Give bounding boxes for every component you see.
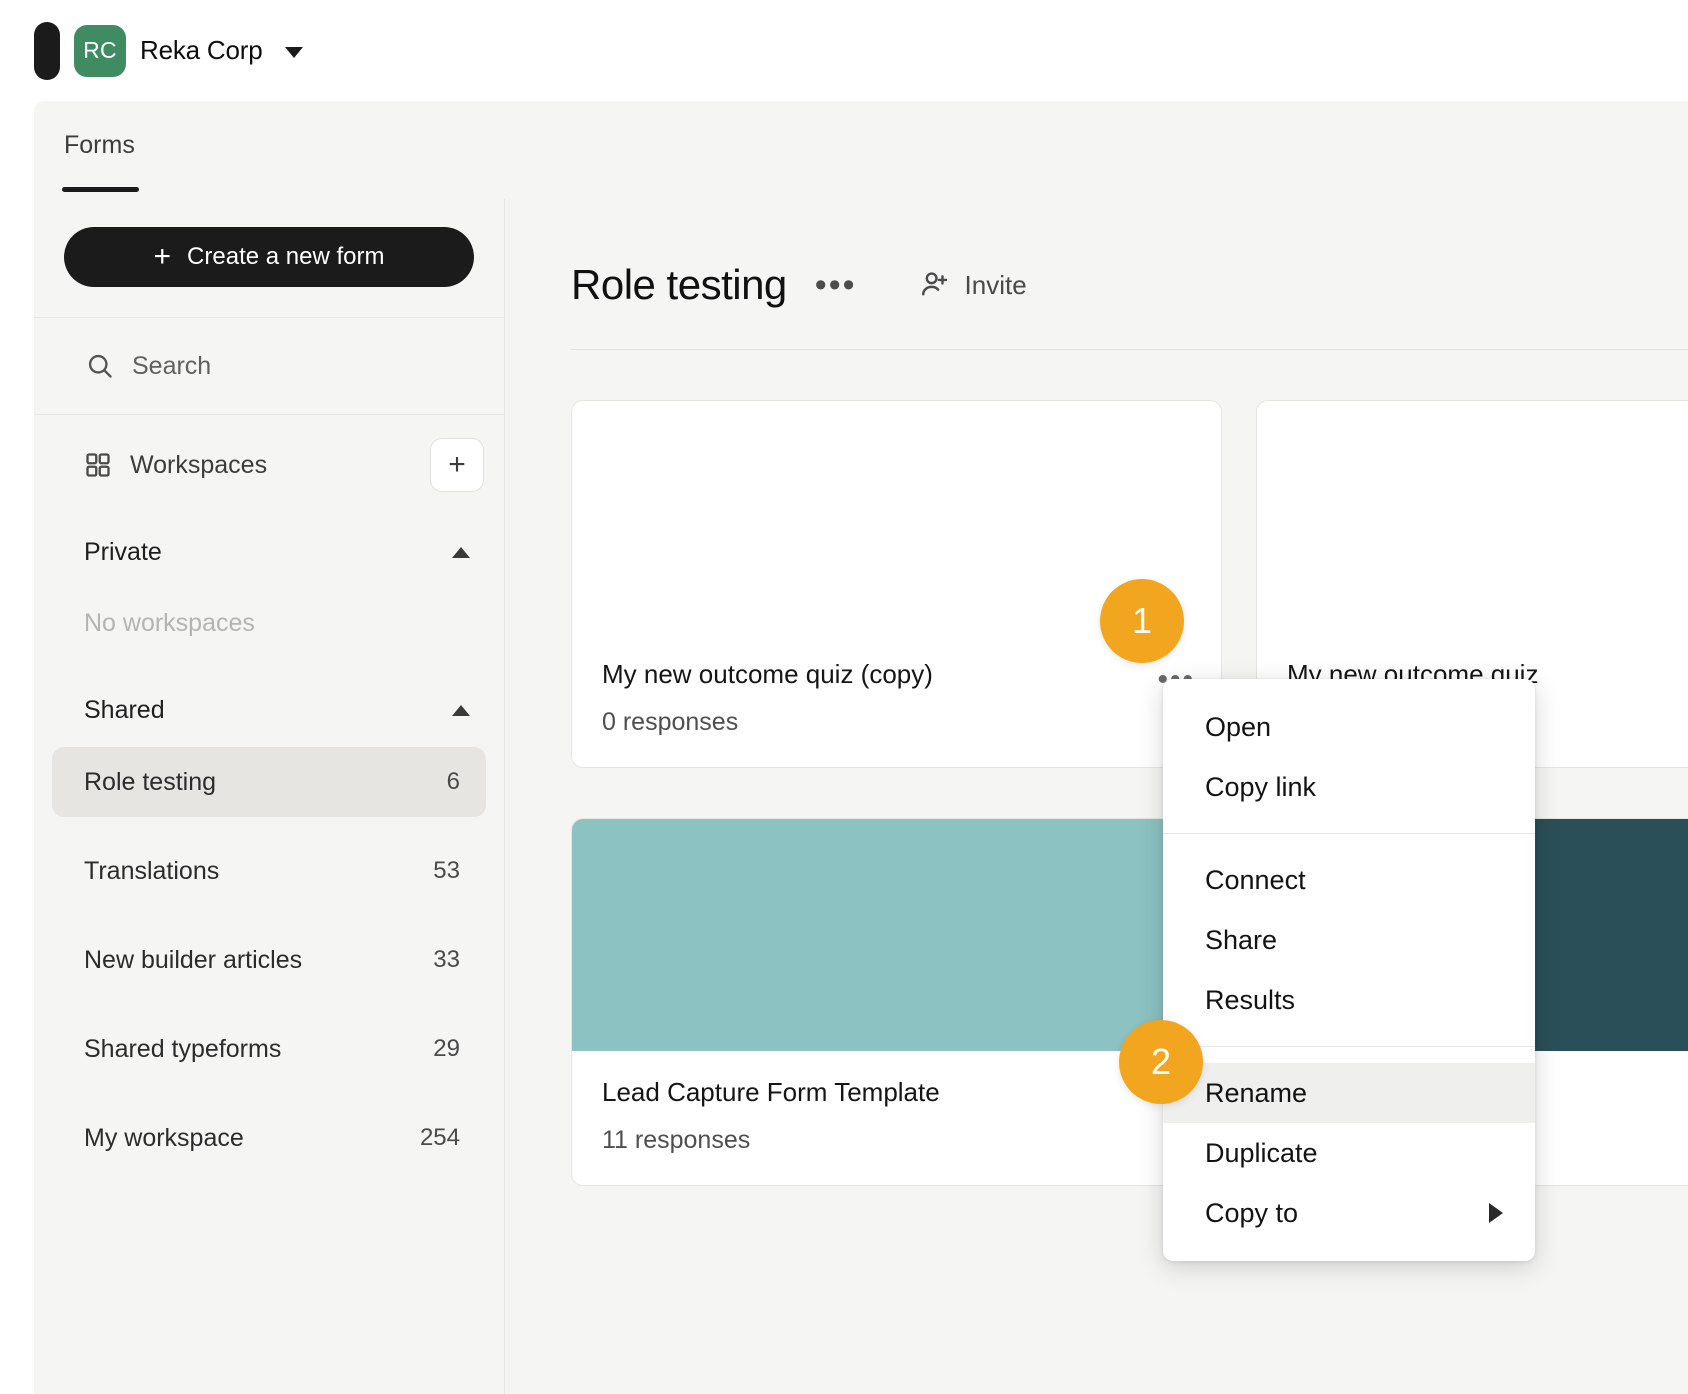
menu-item-label: Connect	[1205, 864, 1306, 895]
person-add-icon	[921, 272, 947, 296]
sidebar-item-count: 33	[433, 946, 460, 973]
header-divider	[571, 349, 1688, 350]
app-logo-icon	[34, 21, 60, 80]
invite-button[interactable]: Invite	[919, 269, 1027, 301]
group-header-private[interactable]: Private	[34, 515, 504, 589]
private-empty-state: No workspaces	[84, 608, 255, 637]
form-responses: 0 responses	[602, 708, 739, 736]
menu-divider	[1163, 1046, 1535, 1047]
menu-item-copy-to[interactable]: Copy to	[1163, 1183, 1535, 1243]
sidebar-item-label: New builder articles	[84, 945, 303, 974]
menu-item-connect[interactable]: Connect	[1163, 850, 1535, 910]
sidebar-item-new-builder-articles[interactable]: New builder articles 33	[52, 925, 486, 995]
sidebar-item-shared-typeforms[interactable]: Shared typeforms 29	[52, 1014, 486, 1084]
group-title: Shared	[84, 695, 165, 724]
menu-divider	[1163, 833, 1535, 834]
sidebar-item-label: Shared typeforms	[84, 1034, 282, 1063]
sidebar-item-count: 254	[419, 1124, 460, 1151]
menu-item-label: Copy link	[1205, 771, 1317, 802]
ellipsis-icon[interactable]: •••	[809, 267, 863, 302]
sidebar-item-translations[interactable]: Translations 53	[52, 836, 486, 906]
tab-active-indicator	[62, 187, 139, 192]
plus-icon: +	[448, 448, 466, 481]
tab-bar: Forms	[34, 101, 1688, 199]
sidebar-item-role-testing[interactable]: Role testing 6	[52, 747, 486, 817]
search-placeholder: Search	[132, 351, 212, 380]
caret-up-icon[interactable]	[452, 704, 470, 716]
form-thumbnail	[1257, 401, 1688, 633]
sidebar-item-label: Role testing	[84, 767, 217, 796]
menu-item-label: Copy to	[1205, 1197, 1299, 1228]
divider	[34, 995, 504, 1014]
form-card[interactable]: Lead Capture Form Template 11 responses …	[571, 818, 1222, 1186]
search-input[interactable]: Search	[34, 318, 504, 414]
step-badge-2: 2	[1119, 1020, 1203, 1104]
workspaces-label: Workspaces	[130, 450, 268, 479]
form-title: My new outcome quiz (copy)	[602, 659, 933, 689]
create-new-form-button[interactable]: + Create a new form	[64, 227, 474, 287]
step-badge-1: 1	[1100, 579, 1184, 663]
grid-icon	[86, 453, 110, 477]
invite-label: Invite	[964, 269, 1027, 300]
sidebar-item-my-workspace[interactable]: My workspace 254	[52, 1103, 486, 1173]
tab-forms[interactable]: Forms	[64, 131, 135, 160]
sidebar: + Create a new form Search Workspaces + …	[34, 199, 505, 1394]
create-section: + Create a new form	[34, 199, 504, 318]
form-title: Lead Capture Form Template	[602, 1077, 940, 1107]
menu-item-open[interactable]: Open	[1163, 697, 1535, 757]
menu-item-share[interactable]: Share	[1163, 910, 1535, 970]
divider	[34, 1084, 504, 1103]
plus-icon: +	[153, 240, 172, 273]
chevron-right-icon	[1489, 1203, 1503, 1223]
search-section: Search	[34, 318, 504, 415]
divider	[34, 817, 504, 836]
sidebar-item-count: 6	[446, 768, 460, 795]
menu-item-copy-link[interactable]: Copy link	[1163, 757, 1535, 817]
menu-item-rename[interactable]: Rename	[1163, 1063, 1535, 1123]
create-new-form-label: Create a new form	[187, 243, 385, 270]
sidebar-item-label: My workspace	[84, 1123, 244, 1152]
group-header-shared[interactable]: Shared	[34, 673, 504, 747]
menu-item-label: Rename	[1205, 1077, 1308, 1108]
menu-item-label: Open	[1205, 711, 1272, 742]
workspaces-header: Workspaces +	[34, 415, 504, 515]
group-title: Private	[84, 537, 162, 566]
page-title: Role testing	[571, 261, 787, 308]
org-name: Reka Corp	[140, 35, 263, 65]
workspace-header: Role testing ••• Invite	[505, 199, 1688, 309]
top-bar: RC Reka Corp	[0, 0, 1688, 101]
form-thumbnail	[572, 819, 1221, 1051]
form-context-menu: Open Copy link Connect Share Results Ren…	[1163, 679, 1535, 1261]
org-switcher[interactable]: RC Reka Corp	[0, 21, 304, 80]
chevron-down-icon[interactable]	[285, 47, 304, 58]
form-responses: 11 responses	[602, 1126, 751, 1154]
caret-up-icon[interactable]	[452, 546, 470, 558]
sidebar-item-count: 29	[433, 1035, 460, 1062]
avatar: RC	[74, 24, 126, 77]
divider	[34, 906, 504, 925]
menu-item-duplicate[interactable]: Duplicate	[1163, 1123, 1535, 1183]
menu-item-label: Results	[1205, 984, 1296, 1015]
search-icon	[88, 354, 112, 378]
sidebar-item-label: Translations	[84, 856, 220, 885]
menu-item-label: Duplicate	[1205, 1137, 1318, 1168]
sidebar-item-count: 53	[433, 857, 460, 884]
menu-item-results[interactable]: Results	[1163, 970, 1535, 1030]
add-workspace-button[interactable]: +	[430, 438, 484, 492]
menu-item-label: Share	[1205, 924, 1278, 955]
